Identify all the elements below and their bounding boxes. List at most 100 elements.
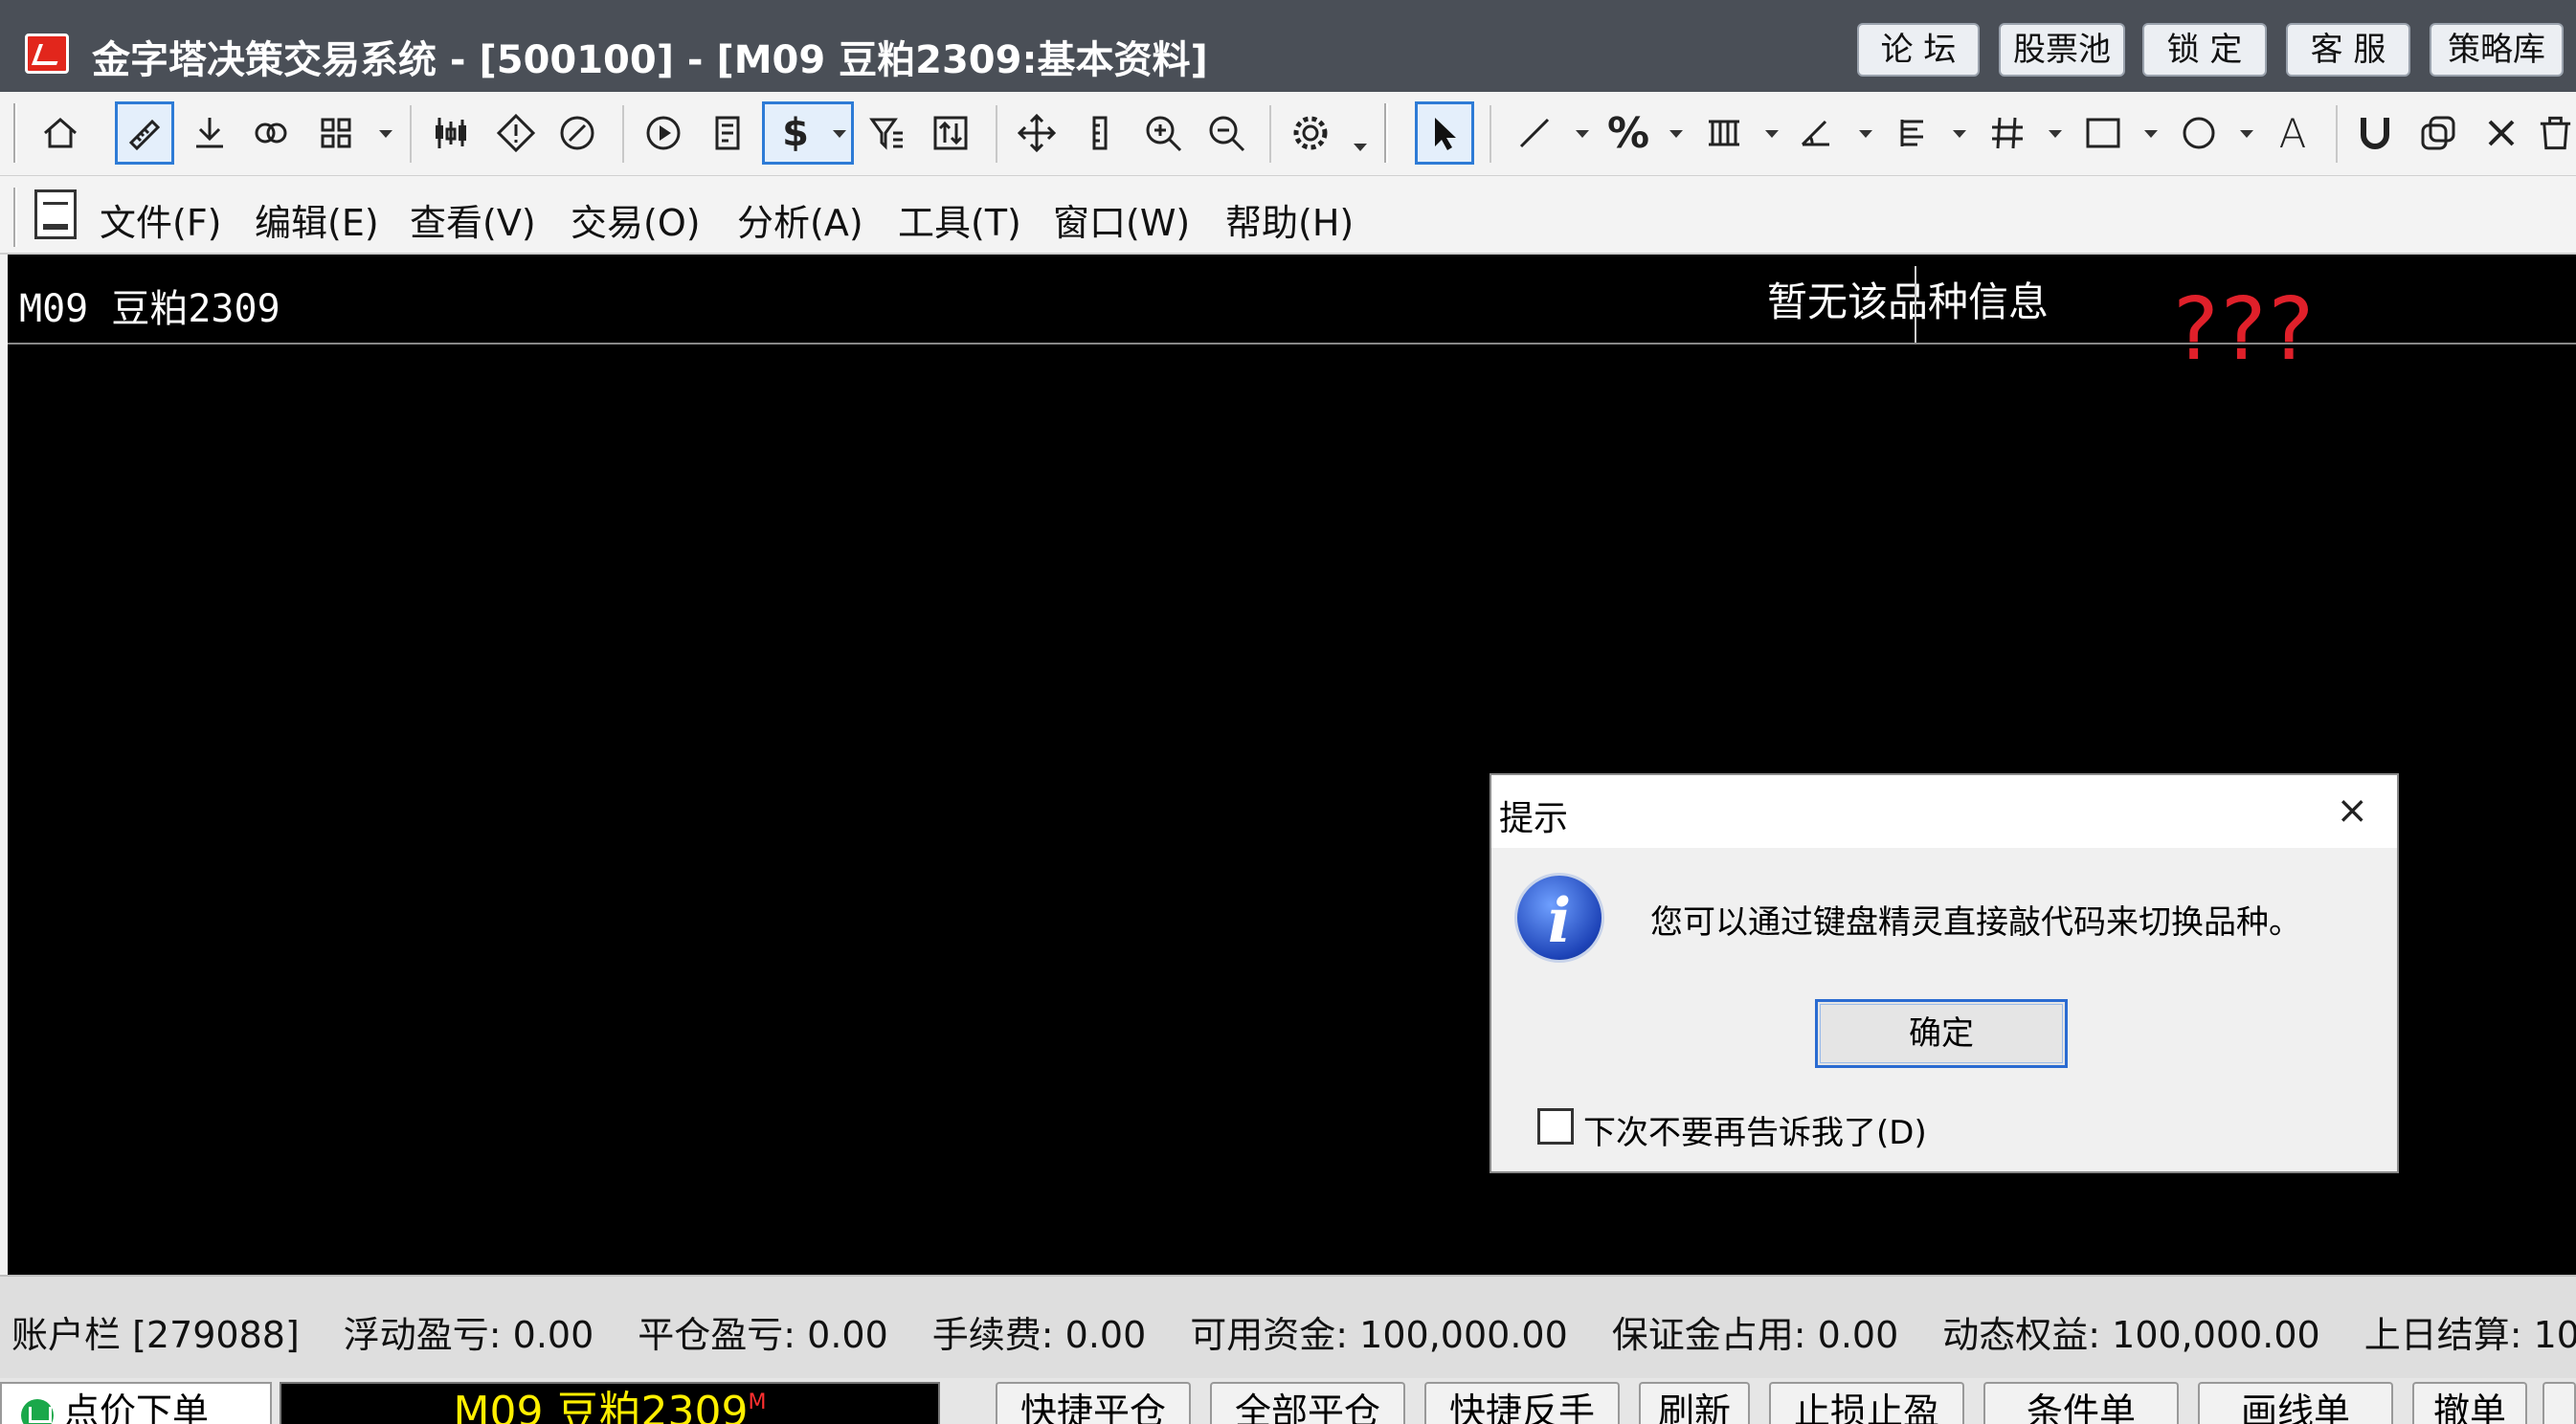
- title-bar: 金字塔决策交易系统 - [500100] - [M09 豆粕2309:基本资料]…: [0, 0, 2576, 92]
- order-icon: [21, 1399, 54, 1424]
- angle-icon[interactable]: [1788, 101, 1848, 165]
- line-order-button[interactable]: 画线单: [2198, 1382, 2393, 1424]
- play-icon[interactable]: [634, 101, 693, 165]
- zoom-in-icon[interactable]: [1133, 101, 1193, 165]
- toolbar-separator: [996, 105, 997, 163]
- swap-icon[interactable]: [241, 101, 301, 165]
- menu-help[interactable]: 帮助(H): [1225, 193, 1354, 246]
- prev-settlement: 上日结算: 100,: [2363, 1314, 2576, 1356]
- menu-tools[interactable]: 工具(T): [898, 193, 1021, 246]
- toolbar-grip[interactable]: [13, 103, 17, 163]
- dialog-title: 提示: [1499, 799, 1569, 838]
- account-label[interactable]: 账户栏 [279088]: [11, 1314, 300, 1356]
- zoom-out-icon[interactable]: [1197, 101, 1256, 165]
- quick-reverse-button[interactable]: 快捷反手: [1424, 1382, 1620, 1424]
- account-status-bar: 账户栏 [279088] 浮动盈亏: 0.00 平仓盈亏: 0.00 手续费: 0.0…: [0, 1275, 2576, 1378]
- price-order-label: 点价下单: [63, 1391, 210, 1424]
- text-icon[interactable]: A: [2263, 101, 2322, 165]
- grid-icon[interactable]: [306, 101, 366, 165]
- status-line: 账户栏 [279088] 浮动盈亏: 0.00 平仓盈亏: 0.00 手续费: 0.0…: [11, 1305, 2576, 1358]
- magnet-icon[interactable]: [2345, 101, 2405, 165]
- settings-dropdown-caret[interactable]: [1354, 144, 1367, 151]
- app-logo-icon: [25, 33, 69, 74]
- menubar-grip[interactable]: [13, 188, 17, 247]
- customer-service-button[interactable]: 客 服: [2286, 23, 2410, 77]
- symbol-display-text: M09 豆粕2309: [453, 1388, 749, 1424]
- pointer-icon[interactable]: [1415, 101, 1474, 165]
- move-icon[interactable]: [1007, 101, 1066, 165]
- menu-trade[interactable]: 交易(O): [571, 193, 701, 246]
- filter-icon[interactable]: [858, 101, 917, 165]
- percent-dropdown-caret[interactable]: [1669, 130, 1683, 138]
- fib-icon[interactable]: [1882, 101, 1941, 165]
- lock-button[interactable]: 锁 定: [2142, 23, 2267, 77]
- window-title: 金字塔决策交易系统 - [500100] - [M09 豆粕2309:基本资料]: [92, 38, 1208, 82]
- report-icon[interactable]: [699, 101, 758, 165]
- channel-dropdown-caret[interactable]: [1765, 130, 1779, 138]
- toolbar-grip[interactable]: [1384, 103, 1388, 163]
- document-icon[interactable]: [34, 189, 77, 239]
- closed-pnl: 平仓盈亏: 0.00: [638, 1314, 888, 1356]
- channel-icon[interactable]: [1694, 101, 1754, 165]
- candlestick-icon[interactable]: [421, 101, 481, 165]
- rectangle-icon[interactable]: [2073, 101, 2133, 165]
- ruler-icon[interactable]: [115, 101, 174, 165]
- column-icon[interactable]: [1070, 101, 1130, 165]
- stock-pool-button[interactable]: 股票池: [1999, 23, 2125, 77]
- info-icon: i: [1514, 873, 1604, 963]
- download-icon[interactable]: [180, 101, 239, 165]
- close-all-button[interactable]: 全部平仓: [1210, 1382, 1405, 1424]
- refresh-button[interactable]: 刷新: [1639, 1382, 1750, 1424]
- more-button[interactable]: [2542, 1382, 2576, 1424]
- alert-icon[interactable]: [486, 101, 546, 165]
- trash-icon[interactable]: [2535, 101, 2576, 165]
- menu-window[interactable]: 窗口(W): [1053, 193, 1190, 246]
- menu-file[interactable]: 文件(F): [100, 193, 222, 246]
- dollar-dropdown-caret[interactable]: [833, 130, 846, 138]
- circle-dropdown-caret[interactable]: [2240, 130, 2253, 138]
- dont-show-again-label[interactable]: 下次不要再告诉我了(D): [1583, 1106, 1927, 1153]
- fib-dropdown-caret[interactable]: [1953, 130, 1966, 138]
- grid-dropdown-caret[interactable]: [379, 130, 392, 138]
- symbol-badge: M: [748, 1391, 767, 1414]
- question-marks-annotation: ???: [2173, 279, 2317, 380]
- symbol-display: M09 豆粕2309M: [280, 1382, 940, 1424]
- percent-icon[interactable]: %: [1599, 101, 1658, 165]
- text-tool-label: A: [2278, 109, 2307, 157]
- menu-view[interactable]: 查看(V): [410, 193, 536, 246]
- settings-icon[interactable]: [1281, 101, 1340, 165]
- edit-icon[interactable]: [548, 101, 607, 165]
- line-dropdown-caret[interactable]: [1576, 130, 1589, 138]
- menu-analysis[interactable]: 分析(A): [737, 193, 863, 246]
- menu-edit[interactable]: 编辑(E): [255, 193, 379, 246]
- hash-dropdown-caret[interactable]: [2049, 130, 2062, 138]
- strategy-library-button[interactable]: 策略库: [2430, 23, 2564, 77]
- angle-dropdown-caret[interactable]: [1859, 130, 1872, 138]
- quick-close-button[interactable]: 快捷平仓: [996, 1382, 1191, 1424]
- price-order-tab[interactable]: 点价下单: [0, 1382, 272, 1424]
- stop-loss-take-profit-button[interactable]: 止损止盈: [1769, 1382, 1964, 1424]
- symbol-header: M09 豆粕2309: [19, 287, 280, 331]
- copy-icon[interactable]: [2408, 101, 2468, 165]
- toolbar-separator: [1490, 105, 1491, 163]
- hash-icon[interactable]: [1978, 101, 2037, 165]
- toolbar: $ % A: [0, 92, 2576, 176]
- conditional-order-button[interactable]: 条件单: [1983, 1382, 2179, 1424]
- margin-used: 保证金占用: 0.00: [1611, 1314, 1899, 1356]
- line-icon[interactable]: [1505, 101, 1564, 165]
- dont-show-again-checkbox[interactable]: [1537, 1108, 1574, 1145]
- no-info-message: 暂无该品种信息: [1767, 278, 2050, 325]
- home-icon[interactable]: [31, 101, 90, 165]
- forum-button[interactable]: 论 坛: [1857, 23, 1980, 77]
- toolbar-separator: [410, 105, 412, 163]
- circle-icon[interactable]: [2169, 101, 2229, 165]
- ok-button[interactable]: 确定: [1815, 999, 2068, 1068]
- close-icon[interactable]: ×: [2336, 789, 2368, 833]
- dialog-titlebar[interactable]: 提示 ×: [1491, 775, 2397, 848]
- sort-icon[interactable]: [921, 101, 980, 165]
- rectangle-dropdown-caret[interactable]: [2144, 130, 2158, 138]
- available-funds: 可用资金: 100,000.00: [1190, 1314, 1568, 1356]
- delete-icon[interactable]: [2472, 101, 2531, 165]
- hint-dialog: 提示 × i 您可以通过键盘精灵直接敲代码来切换品种。 确定 下次不要再告诉我了…: [1490, 773, 2399, 1173]
- cancel-order-button[interactable]: 撤单: [2412, 1382, 2527, 1424]
